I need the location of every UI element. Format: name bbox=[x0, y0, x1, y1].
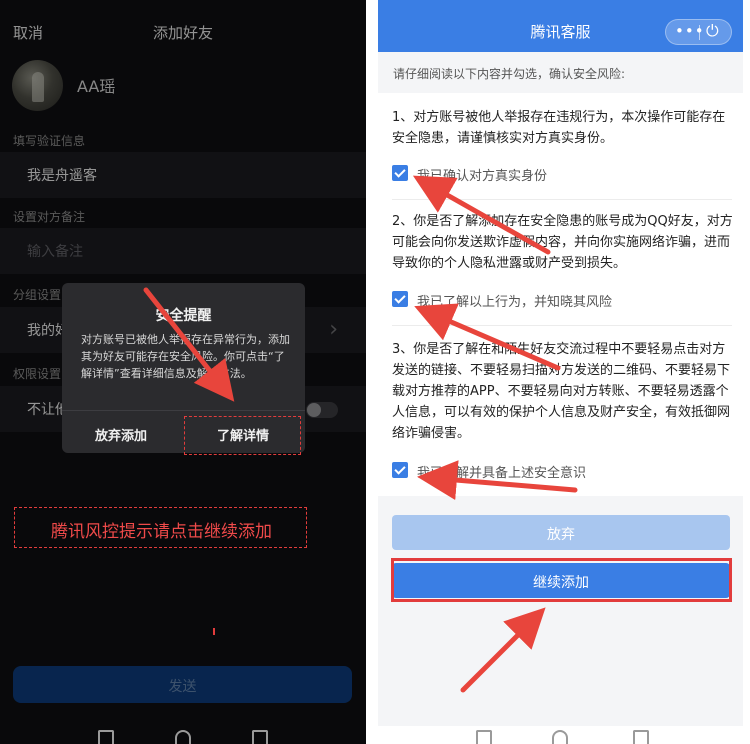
nav-home-icon[interactable] bbox=[175, 730, 191, 744]
giveup-add-button[interactable]: 放弃添加 bbox=[95, 425, 147, 444]
add-friend-screen: 取消 添加好友 AA瑶 填写验证信息 我是舟遥客 设置对方备注 输入备注 分组设… bbox=[0, 0, 366, 744]
abandon-label: 放弃 bbox=[547, 527, 575, 543]
risk-item-3-checkbox[interactable] bbox=[392, 462, 408, 478]
dialog-title: 安全提醒 bbox=[155, 308, 212, 324]
nav-home-icon[interactable] bbox=[552, 730, 568, 744]
risk-hint-annotation: 腾讯风控提示请点击继续添加 bbox=[14, 507, 307, 548]
intro-text: 请仔细阅读以下内容并勾选，确认安全风险: bbox=[393, 67, 626, 81]
risk-confirm-card: 1、对方账号被他人举报存在违规行为，本次操作可能存在安全隐患，请谨慎核实对方真实… bbox=[378, 93, 743, 496]
continue-highlight-box bbox=[391, 558, 732, 602]
system-nav-bar bbox=[0, 726, 366, 744]
risk-hint-text: 腾讯风控提示请点击继续添加 bbox=[51, 522, 272, 542]
nav-recent-icon[interactable] bbox=[98, 730, 114, 744]
abandon-button[interactable]: 放弃 bbox=[392, 515, 730, 550]
customer-service-screen: 腾讯客服 ••• ⏻ 请仔细阅读以下内容并勾选，确认安全风险: 1、对方账号被他… bbox=[378, 0, 743, 744]
risk-item-1-label[interactable]: 我已确认对方真实身份 bbox=[417, 165, 547, 184]
service-header: 腾讯客服 ••• ⏻ bbox=[378, 0, 743, 52]
risk-item-2-text: 2、你是否了解添加存在安全隐患的账号成为QQ好友，对方可能会向你发送欺诈虚假内容… bbox=[392, 214, 733, 271]
risk-item-2-label[interactable]: 我已了解以上行为，并知晓其风险 bbox=[417, 291, 612, 310]
system-nav-bar bbox=[378, 726, 743, 744]
risk-item-1-checkbox[interactable] bbox=[392, 165, 408, 181]
divider bbox=[392, 325, 732, 326]
capsule-divider bbox=[699, 25, 700, 40]
details-highlight-box bbox=[184, 416, 301, 455]
divider bbox=[392, 199, 732, 200]
annotation-tick bbox=[213, 628, 215, 635]
nav-back-icon[interactable] bbox=[252, 730, 268, 744]
more-dots-icon[interactable]: ••• bbox=[675, 22, 705, 40]
risk-item-2-checkbox[interactable] bbox=[392, 291, 408, 307]
nav-recent-icon[interactable] bbox=[476, 730, 492, 744]
mini-program-capsule: ••• ⏻ bbox=[665, 19, 732, 45]
risk-item-3-text: 3、你是否了解在和陌生好友交流过程中不要轻易点击对方发送的链接、不要轻易扫描对方… bbox=[392, 342, 731, 441]
risk-item-3-label[interactable]: 我已了解并具备上述安全意识 bbox=[417, 462, 586, 481]
nav-back-icon[interactable] bbox=[633, 730, 649, 744]
dialog-divider bbox=[62, 410, 305, 411]
power-icon[interactable]: ⏻ bbox=[706, 21, 719, 41]
dialog-body: 对方账号已被他人举报存在异常行为，添加其为好友可能存在安全风险。你可点击“了解详… bbox=[81, 333, 290, 380]
risk-item-1-text: 1、对方账号被他人举报存在违规行为，本次操作可能存在安全隐患，请谨慎核实对方真实… bbox=[392, 110, 726, 146]
